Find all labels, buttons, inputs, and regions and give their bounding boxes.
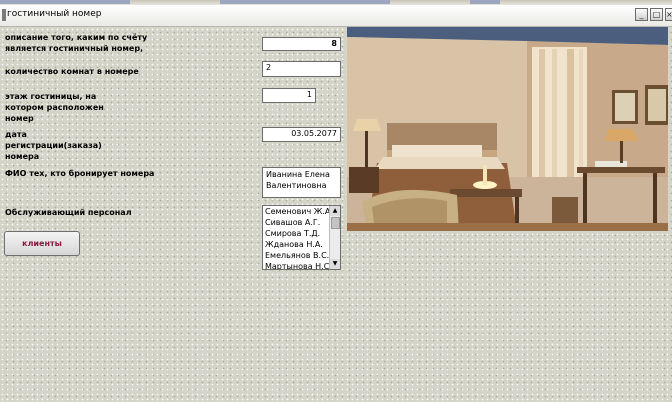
description-field[interactable]: 8 [262,37,341,51]
close-icon: × [666,10,672,19]
top-strip-segment [0,0,130,4]
window-title: гостиничный номер [7,9,102,19]
label-staff: Обслуживающий персонал [5,208,132,217]
label-rooms-count: количество комнат в номере [5,67,139,76]
scroll-thumb[interactable] [331,217,340,229]
label-description: описание того, каким по счёту является г… [5,33,148,53]
listbox-scrollbar[interactable]: ▲ ▼ [329,206,340,269]
top-strip-segment [220,0,390,4]
maximize-icon: □ [652,10,661,19]
label-booker-name: ФИО тех, кто бронирует номера [5,169,155,178]
minimize-button[interactable]: _ [635,8,648,21]
label-floor: этаж гостиницы, на котором расположен но… [5,92,104,123]
maximize-button[interactable]: □ [650,8,663,21]
top-strip-segment [470,0,500,4]
staff-listbox[interactable]: Семенович Ж.А. Сивашов А.Г. Смирова Т.Д.… [262,205,341,270]
clients-button[interactable]: клиенты [4,231,80,256]
minimize-icon: _ [639,10,644,19]
close-button[interactable]: × [665,8,672,21]
scroll-down-icon[interactable]: ▼ [330,259,340,269]
rooms-count-field[interactable]: 2 [262,61,341,77]
reg-date-field[interactable]: 03.05.2077 [262,127,341,142]
app-icon [2,9,6,21]
booker-name-field[interactable]: Иванина Елена Валентиновна [262,167,341,198]
label-reg-date: дата регистрации(заказа) номера [5,130,102,161]
floor-field[interactable]: 1 [262,88,316,103]
hotel-room-photo [347,27,668,231]
scroll-up-icon[interactable]: ▲ [330,206,340,216]
window-titlebar: гостиничный номер _ □ × [0,5,672,27]
